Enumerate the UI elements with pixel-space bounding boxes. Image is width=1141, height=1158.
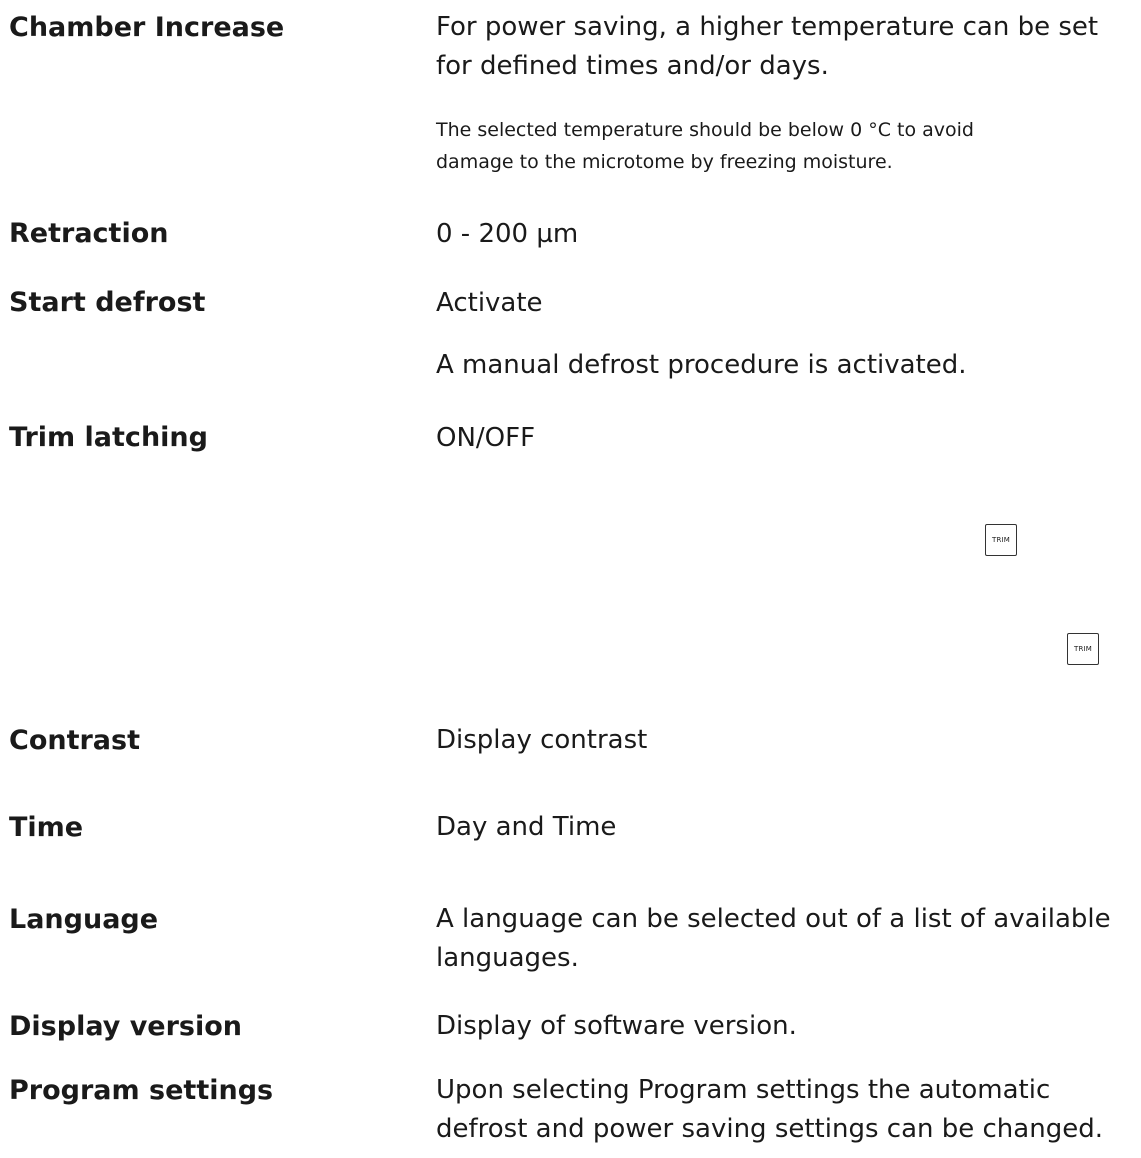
desc-retraction: 0 - 200 µm <box>436 219 579 249</box>
desc-trim-latching: ON/OFF <box>436 423 536 453</box>
term-time: Time <box>9 812 84 843</box>
term-retraction: Retraction <box>9 218 169 249</box>
term-contrast: Contrast <box>9 725 141 756</box>
term-language: Language <box>9 904 159 935</box>
desc-display-version: Display of software version. <box>436 1011 797 1041</box>
term-chamber-increase: Chamber Increase <box>9 12 285 43</box>
term-program-settings: Program settings <box>9 1075 274 1106</box>
desc-program-settings-line1: Upon selecting Program settings the auto… <box>436 1075 1051 1105</box>
term-display-version: Display version <box>9 1011 243 1042</box>
desc-chamber-increase-line1: For power saving, a higher temperature c… <box>436 12 1099 42</box>
desc-chamber-increase-line2: for defined times and/or days. <box>436 51 829 81</box>
desc-language-line2: languages. <box>436 943 579 973</box>
trim-key-icon: TRIM <box>1067 633 1099 665</box>
term-trim-latching: Trim latching <box>9 422 208 453</box>
term-start-defrost: Start defrost <box>9 287 206 318</box>
desc-program-settings-line2: defrost and power saving settings can be… <box>436 1114 1103 1144</box>
note-chamber-increase-line1: The selected temperature should be below… <box>436 119 974 141</box>
desc-start-defrost-line2: A manual defrost procedure is activated. <box>436 350 967 380</box>
desc-time: Day and Time <box>436 812 617 842</box>
desc-language-line1: A language can be selected out of a list… <box>436 904 1111 934</box>
trim-key-icon: TRIM <box>985 524 1017 556</box>
desc-start-defrost-line1: Activate <box>436 288 543 318</box>
note-chamber-increase-line2: damage to the microtome by freezing mois… <box>436 151 893 173</box>
desc-contrast: Display contrast <box>436 725 648 755</box>
